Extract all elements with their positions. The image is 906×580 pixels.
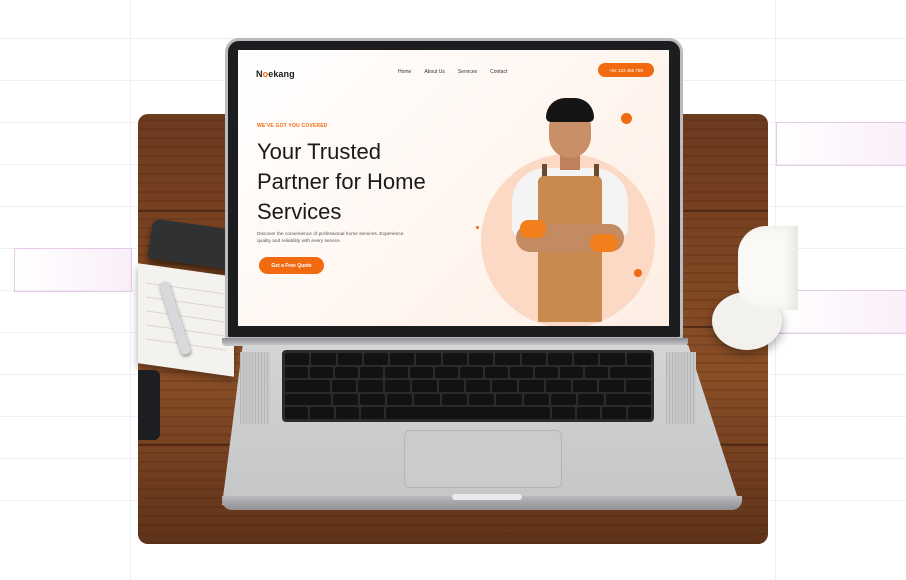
phone-icon [138,370,160,440]
decor-frame-left [14,248,132,292]
hero-headline: Your Trusted Partner for Home Services [257,137,477,227]
hero-headline-line: Services [257,199,342,224]
laptop-keyboard [282,350,654,422]
hero-description: Discover the convenience of professional… [257,232,404,244]
laptop-screen: Noekang Home About Us Services Contact +… [238,50,669,326]
hero-eyebrow: WE'VE GOT YOU COVERED [257,123,328,129]
phone-button[interactable]: +62 123 456 789 [598,63,654,77]
get-quote-button[interactable]: Get a Free Quote [259,257,324,274]
hero-headline-line: Your Trusted [257,139,381,164]
speaker-grille-right [666,352,696,424]
site-navbar: Noekang Home About Us Services Contact +… [238,50,669,90]
nav-link-about[interactable]: About Us [424,69,445,75]
hero-person-image [500,98,640,326]
laptop-hinge [222,338,688,346]
decor-dot [476,226,479,229]
nav-link-home[interactable]: Home [398,69,411,75]
nav-link-services[interactable]: Services [458,69,477,75]
speaker-grille-left [240,352,270,424]
nav-link-contact[interactable]: Contact [490,69,507,75]
laptop-notch [452,494,522,500]
coffee-cup-icon [738,226,798,310]
site-logo[interactable]: Noekang [256,69,295,79]
notebook-icon [138,263,234,377]
decor-frame-right-top [776,122,906,166]
nav-links: Home About Us Services Contact [398,69,507,75]
laptop-trackpad [404,430,562,488]
hero-headline-line: Partner for Home [257,169,426,194]
